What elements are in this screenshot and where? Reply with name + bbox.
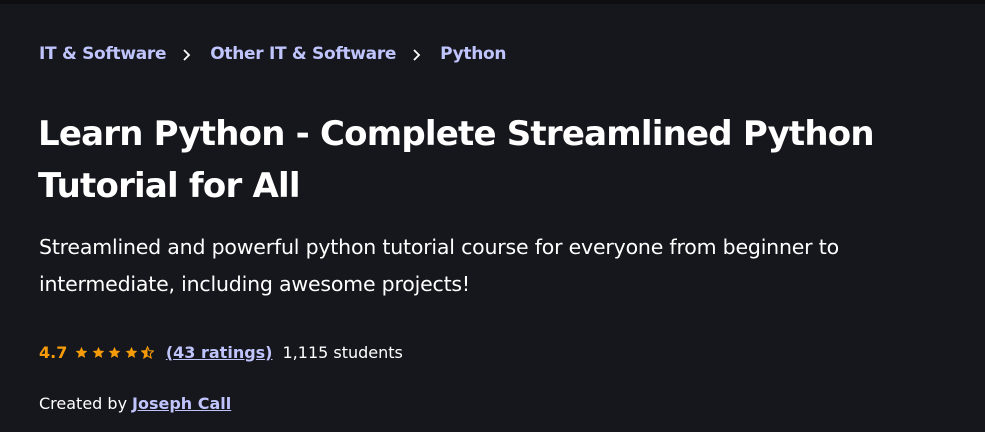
created-by-label: Created by [39, 394, 128, 413]
rating-stars [75, 345, 158, 359]
star-icon [108, 346, 121, 358]
star-half-icon [141, 345, 155, 359]
star-icon [125, 346, 138, 358]
ratings-count-link[interactable]: (43 ratings) [166, 343, 273, 362]
creator-row: Created by Joseph Call [39, 394, 231, 413]
rating-value: 4.7 [39, 342, 68, 362]
students-count: 1,115 students [282, 342, 403, 362]
top-bar [0, 0, 985, 4]
star-icon [75, 346, 88, 358]
breadcrumb-item-other-it-software[interactable]: Other IT & Software [210, 44, 396, 64]
course-subtitle: Streamlined and powerful python tutorial… [39, 235, 839, 296]
chevron-right-icon [176, 44, 200, 64]
course-header: IT & Software Other IT & Software Python… [0, 0, 985, 432]
chevron-right-icon [406, 44, 430, 64]
star-icon [92, 346, 105, 358]
breadcrumb: IT & Software Other IT & Software Python [39, 44, 507, 64]
author-link[interactable]: Joseph Call [132, 394, 231, 413]
breadcrumb-item-python[interactable]: Python [440, 44, 506, 64]
course-title: Learn Python - Complete Streamlined Pyth… [38, 114, 875, 206]
breadcrumb-item-it-software[interactable]: IT & Software [39, 44, 167, 64]
rating-row: 4.7 (43 ratings) 1,115 students [39, 340, 403, 364]
